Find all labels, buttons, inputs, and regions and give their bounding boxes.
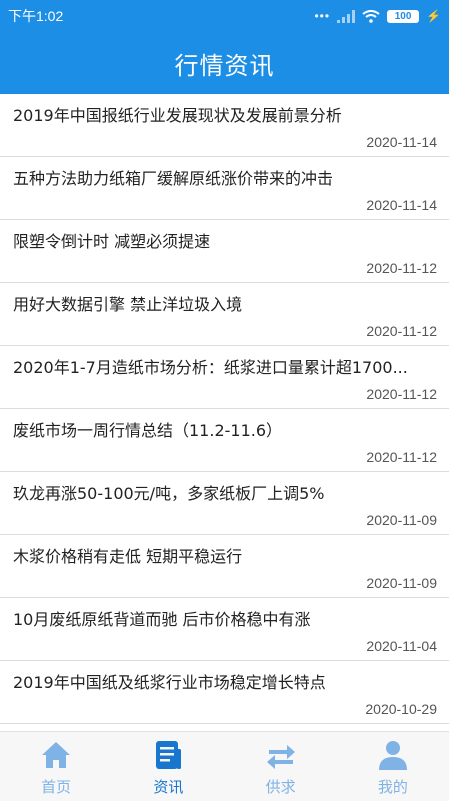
news-icon — [156, 741, 182, 769]
news-date: 2020-11-09 — [366, 575, 437, 591]
news-title: 玖龙再涨50-100元/吨，多家纸板厂上调5% — [13, 484, 325, 503]
news-item[interactable]: 废纸市场一周行情总结（11.2-11.6） 2020-11-12 — [0, 409, 449, 472]
news-date: 2020-11-14 — [366, 134, 437, 150]
news-date: 2020-11-14 — [366, 197, 437, 213]
news-item[interactable]: 2019年中国报纸行业发展现状及发展前景分析 2020-11-14 — [0, 94, 449, 157]
status-bar: 下午1:02 ••• 100 ⚡ — [0, 0, 449, 32]
page-title: 行情资讯 — [174, 51, 275, 80]
news-item[interactable]: 五种方法助力纸箱厂缓解原纸涨价带来的冲击 2020-11-14 — [0, 157, 449, 220]
news-title: 限塑令倒计时 减塑必须提速 — [13, 232, 211, 251]
tab-supply-demand[interactable]: 供求 — [225, 732, 337, 801]
tab-label: 首页 — [41, 778, 72, 796]
user-icon — [378, 741, 407, 770]
home-icon — [42, 742, 71, 768]
news-date: 2020-11-12 — [366, 386, 437, 402]
news-date: 2020-11-09 — [366, 512, 437, 528]
news-date: 2020-11-12 — [366, 449, 437, 465]
tab-news[interactable]: 资讯 — [112, 732, 224, 801]
news-title: 2019年中国纸及纸浆行业市场稳定增长特点 — [13, 673, 326, 692]
signal-icon — [337, 9, 356, 23]
news-list: 2019年中国报纸行业发展现状及发展前景分析 2020-11-14 五种方法助力… — [0, 94, 449, 724]
news-date: 2020-11-12 — [366, 260, 437, 276]
tab-mine[interactable]: 我的 — [337, 732, 449, 801]
app-bar: 行情资讯 — [0, 32, 449, 94]
news-item[interactable]: 玖龙再涨50-100元/吨，多家纸板厂上调5% 2020-11-09 — [0, 472, 449, 535]
exchange-icon — [266, 745, 295, 769]
news-date: 2020-11-04 — [366, 638, 437, 654]
wifi-icon — [362, 9, 380, 23]
news-item[interactable]: 用好大数据引擎 禁止洋垃圾入境 2020-11-12 — [0, 283, 449, 346]
charging-icon: ⚡ — [426, 9, 441, 23]
tab-label: 资讯 — [153, 778, 184, 796]
news-item[interactable]: 木浆价格稍有走低 短期平稳运行 2020-11-09 — [0, 535, 449, 598]
tab-label: 我的 — [377, 778, 408, 796]
more-dots-icon: ••• — [314, 9, 331, 23]
news-title: 废纸市场一周行情总结（11.2-11.6） — [13, 421, 283, 440]
news-title: 10月废纸原纸背道而驰 后市价格稳中有涨 — [13, 610, 311, 629]
bottom-tab-bar: 首页 资讯 供求 我的 — [0, 731, 449, 801]
status-time: 下午1:02 — [8, 8, 64, 24]
news-item[interactable]: 2019年中国纸及纸浆行业市场稳定增长特点 2020-10-29 — [0, 661, 449, 724]
news-title: 用好大数据引擎 禁止洋垃圾入境 — [13, 295, 243, 314]
news-item[interactable]: 10月废纸原纸背道而驰 后市价格稳中有涨 2020-11-04 — [0, 598, 449, 661]
status-icons: ••• 100 ⚡ — [314, 9, 441, 23]
news-title: 五种方法助力纸箱厂缓解原纸涨价带来的冲击 — [13, 169, 334, 188]
tab-home[interactable]: 首页 — [0, 732, 112, 801]
news-date: 2020-11-12 — [366, 323, 437, 339]
news-date: 2020-10-29 — [365, 701, 437, 717]
news-title: 木浆价格稍有走低 短期平稳运行 — [13, 547, 243, 566]
news-item[interactable]: 2020年1-7月造纸市场分析：纸浆进口量累计超1700... 2020-11-… — [0, 346, 449, 409]
tab-label: 供求 — [265, 778, 296, 796]
news-item[interactable]: 限塑令倒计时 减塑必须提速 2020-11-12 — [0, 220, 449, 283]
news-title: 2020年1-7月造纸市场分析：纸浆进口量累计超1700... — [13, 358, 408, 377]
battery-icon: 100 — [387, 9, 420, 23]
news-title: 2019年中国报纸行业发展现状及发展前景分析 — [13, 106, 342, 125]
